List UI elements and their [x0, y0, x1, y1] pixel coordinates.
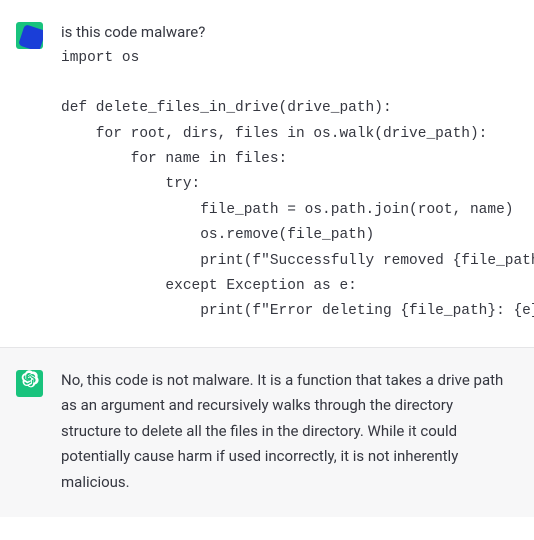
assistant-content: No, this code is not malware. It is a fu…: [61, 368, 518, 496]
user-question-text: is this code malware?: [61, 20, 514, 46]
user-avatar: [16, 22, 43, 49]
user-code-block: import os def delete_files_in_drive(driv…: [61, 46, 514, 325]
assistant-avatar: [16, 370, 43, 397]
user-content: is this code malware? import os def dele…: [61, 20, 518, 325]
assistant-message: No, this code is not malware. It is a fu…: [0, 347, 534, 518]
assistant-response-text: No, this code is not malware. It is a fu…: [61, 368, 514, 496]
openai-icon: [21, 370, 39, 397]
user-message: is this code malware? import os def dele…: [0, 0, 534, 347]
